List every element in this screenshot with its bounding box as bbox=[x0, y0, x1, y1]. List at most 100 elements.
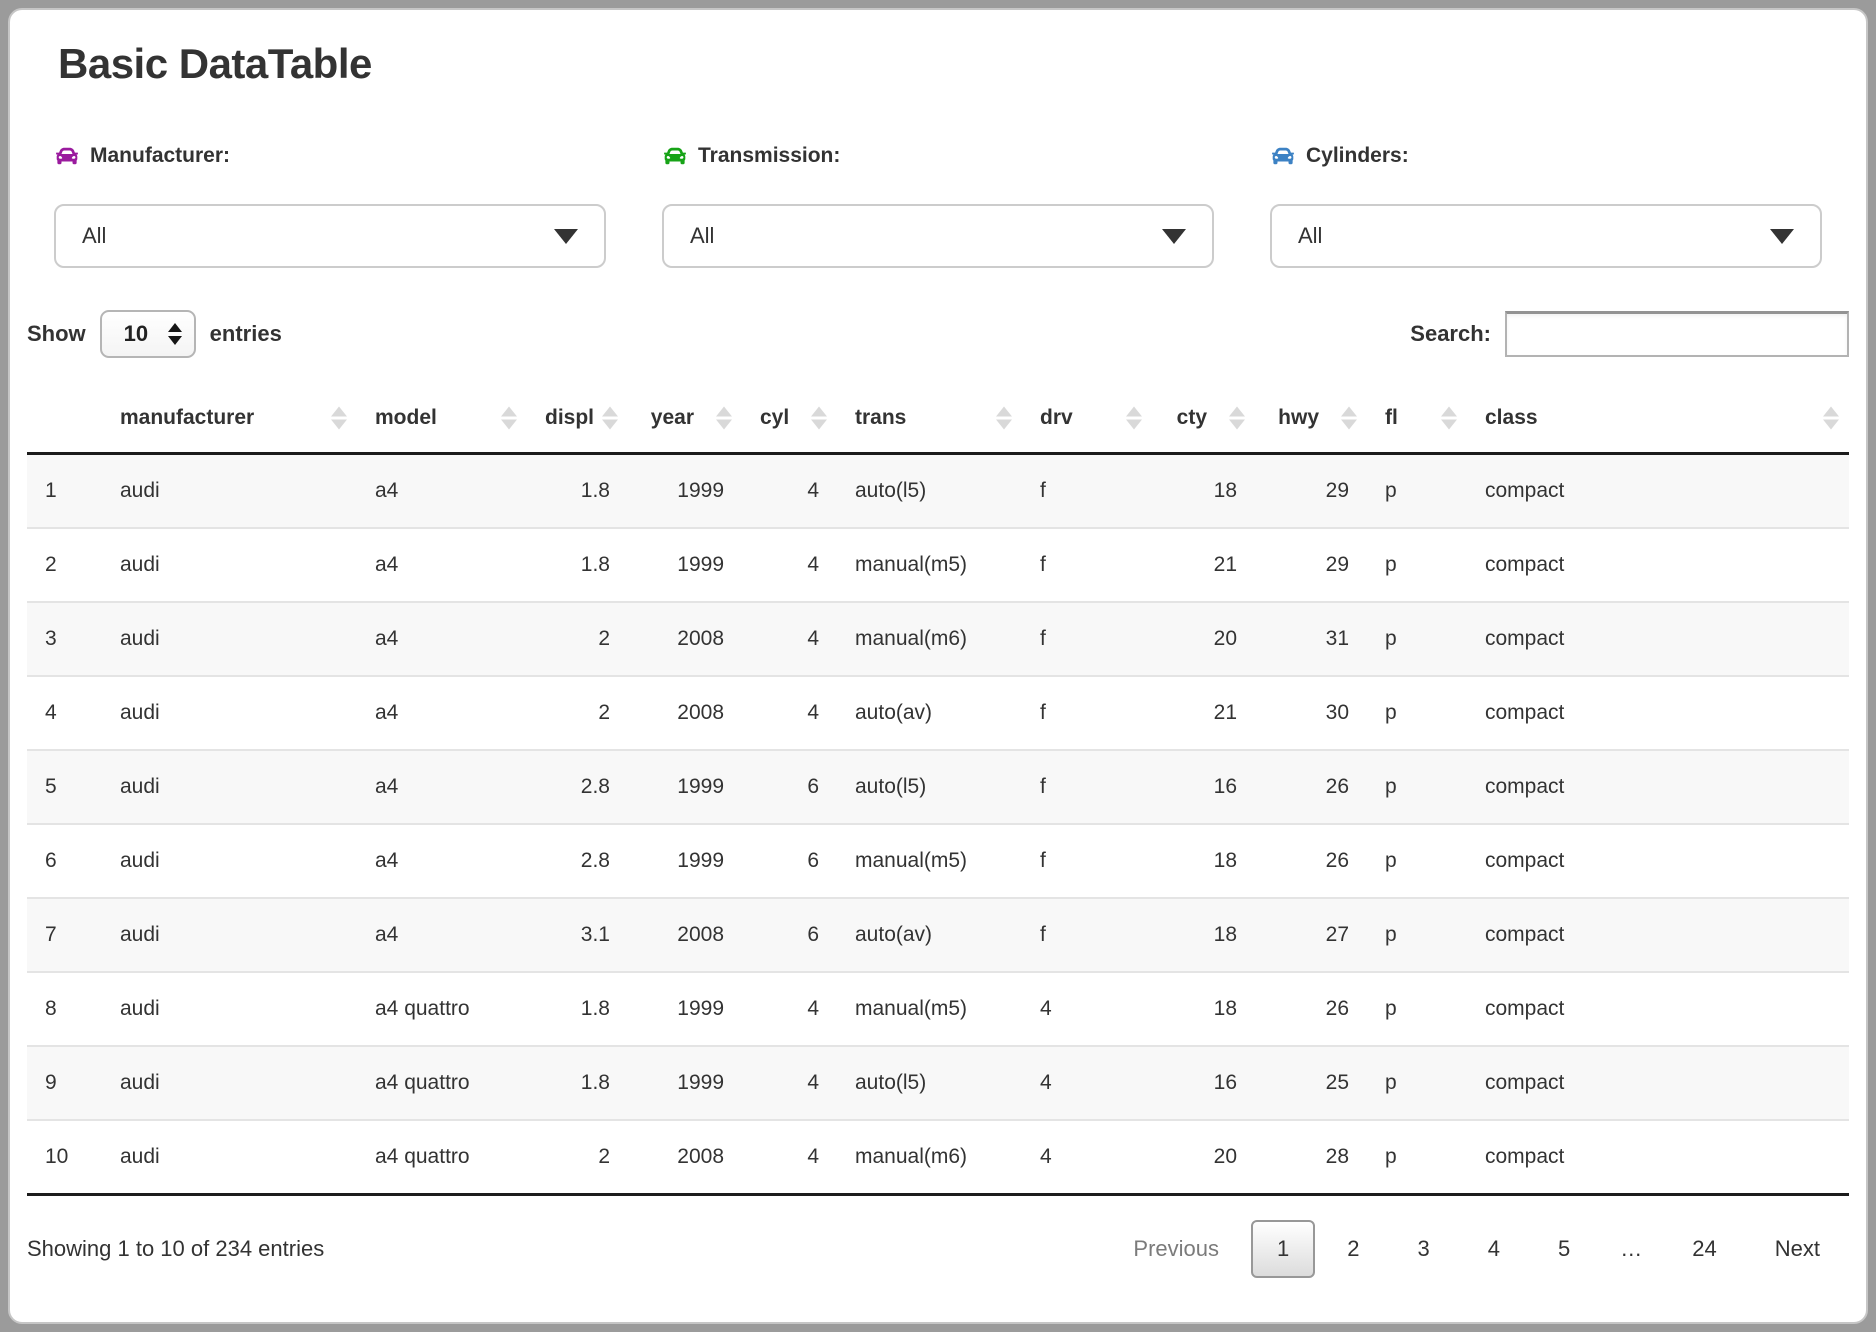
table-cell-trans: manual(m5) bbox=[837, 528, 1022, 602]
sort-icon bbox=[716, 407, 732, 430]
column-header-year[interactable]: year bbox=[628, 384, 742, 454]
table-cell-class: compact bbox=[1467, 676, 1849, 750]
table-cell-cty: 21 bbox=[1152, 676, 1255, 750]
table-cell-displ: 1.8 bbox=[527, 1046, 628, 1120]
table-cell-drv: f bbox=[1022, 454, 1152, 529]
selected-value: All bbox=[690, 223, 714, 249]
column-header-fl[interactable]: fl bbox=[1367, 384, 1467, 454]
page-button-2[interactable]: 2 bbox=[1321, 1220, 1385, 1278]
table-row[interactable]: 8audia4 quattro1.819994manual(m5)41826pc… bbox=[27, 972, 1849, 1046]
column-header-drv[interactable]: drv bbox=[1022, 384, 1152, 454]
table-row[interactable]: 9audia4 quattro1.819994auto(l5)41625pcom… bbox=[27, 1046, 1849, 1120]
table-row[interactable]: 1audia41.819994auto(l5)f1829pcompact bbox=[27, 454, 1849, 529]
manufacturer-select[interactable]: All bbox=[54, 204, 606, 268]
column-header-rownames bbox=[27, 384, 102, 454]
table-cell-cty: 16 bbox=[1152, 750, 1255, 824]
table-cell-year: 2008 bbox=[628, 676, 742, 750]
row-number-cell: 2 bbox=[27, 528, 102, 602]
table-cell-year: 2008 bbox=[628, 1120, 742, 1195]
table-cell-model: a4 bbox=[357, 824, 527, 898]
table-cell-cty: 18 bbox=[1152, 824, 1255, 898]
table-cell-hwy: 29 bbox=[1255, 528, 1367, 602]
table-cell-displ: 2.8 bbox=[527, 824, 628, 898]
table-cell-manufacturer: audi bbox=[102, 898, 357, 972]
column-header-label: drv bbox=[1040, 406, 1073, 429]
column-header-model[interactable]: model bbox=[357, 384, 527, 454]
column-header-displ[interactable]: displ bbox=[527, 384, 628, 454]
row-number-cell: 4 bbox=[27, 676, 102, 750]
transmission-select[interactable]: All bbox=[662, 204, 1214, 268]
table-cell-drv: f bbox=[1022, 602, 1152, 676]
table-cell-hwy: 31 bbox=[1255, 602, 1367, 676]
table-cell-fl: p bbox=[1367, 972, 1467, 1046]
chevron-down-icon bbox=[1770, 229, 1794, 244]
table-cell-model: a4 bbox=[357, 750, 527, 824]
table-cell-drv: f bbox=[1022, 750, 1152, 824]
search-label: Search: bbox=[1410, 321, 1491, 347]
table-cell-fl: p bbox=[1367, 824, 1467, 898]
page-button-24[interactable]: 24 bbox=[1666, 1220, 1742, 1278]
table-cell-model: a4 quattro bbox=[357, 972, 527, 1046]
table-cell-class: compact bbox=[1467, 750, 1849, 824]
column-header-cyl[interactable]: cyl bbox=[742, 384, 837, 454]
next-page-button[interactable]: Next bbox=[1749, 1220, 1846, 1278]
table-cell-year: 1999 bbox=[628, 972, 742, 1046]
table-cell-manufacturer: audi bbox=[102, 750, 357, 824]
table-cell-year: 1999 bbox=[628, 528, 742, 602]
table-body: 1audia41.819994auto(l5)f1829pcompact2aud… bbox=[27, 454, 1849, 1195]
cylinders-filter: Cylinders: All bbox=[1270, 144, 1822, 268]
column-header-label: hwy bbox=[1278, 406, 1319, 429]
column-header-class[interactable]: class bbox=[1467, 384, 1849, 454]
table-cell-drv: f bbox=[1022, 824, 1152, 898]
table-cell-manufacturer: audi bbox=[102, 824, 357, 898]
column-header-manufacturer[interactable]: manufacturer bbox=[102, 384, 357, 454]
table-cell-displ: 2 bbox=[527, 1120, 628, 1195]
previous-page-button[interactable]: Previous bbox=[1107, 1220, 1245, 1278]
cylinders-filter-label: Cylinders: bbox=[1270, 144, 1822, 168]
column-header-trans[interactable]: trans bbox=[837, 384, 1022, 454]
table-row[interactable]: 4audia4220084auto(av)f2130pcompact bbox=[27, 676, 1849, 750]
table-cell-class: compact bbox=[1467, 824, 1849, 898]
page-button-1[interactable]: 1 bbox=[1251, 1220, 1315, 1278]
table-cell-drv: 4 bbox=[1022, 1120, 1152, 1195]
table-row[interactable]: 10audia4 quattro220084manual(m6)42028pco… bbox=[27, 1120, 1849, 1195]
spinner-icon bbox=[168, 323, 182, 345]
table-cell-cty: 20 bbox=[1152, 602, 1255, 676]
column-header-hwy[interactable]: hwy bbox=[1255, 384, 1367, 454]
cylinders-select[interactable]: All bbox=[1270, 204, 1822, 268]
table-cell-class: compact bbox=[1467, 1046, 1849, 1120]
column-header-label: cyl bbox=[760, 406, 789, 429]
entries-select[interactable]: 10 bbox=[100, 310, 196, 358]
sort-icon bbox=[501, 407, 517, 430]
table-cell-year: 2008 bbox=[628, 602, 742, 676]
table-row[interactable]: 7audia43.120086auto(av)f1827pcompact bbox=[27, 898, 1849, 972]
table-header: manufacturermodeldisplyearcyl trans drv cty… bbox=[27, 384, 1849, 454]
table-cell-cty: 20 bbox=[1152, 1120, 1255, 1195]
table-row[interactable]: 6audia42.819996manual(m5)f1826pcompact bbox=[27, 824, 1849, 898]
table-row[interactable]: 3audia4220084manual(m6)f2031pcompact bbox=[27, 602, 1849, 676]
table-controls: Show 10 entries Search: bbox=[27, 310, 1849, 358]
table-cell-year: 1999 bbox=[628, 824, 742, 898]
table-cell-cyl: 6 bbox=[742, 898, 837, 972]
table-cell-manufacturer: audi bbox=[102, 454, 357, 529]
column-header-label: class bbox=[1485, 406, 1538, 429]
page-button-5[interactable]: 5 bbox=[1532, 1220, 1596, 1278]
table-cell-trans: manual(m6) bbox=[837, 602, 1022, 676]
table-row[interactable]: 5audia42.819996auto(l5)f1626pcompact bbox=[27, 750, 1849, 824]
entries-length-control: Show 10 entries bbox=[27, 310, 282, 358]
table-cell-displ: 2 bbox=[527, 602, 628, 676]
table-cell-trans: manual(m5) bbox=[837, 824, 1022, 898]
table-row[interactable]: 2audia41.819994manual(m5)f2129pcompact bbox=[27, 528, 1849, 602]
search-control: Search: bbox=[1410, 311, 1849, 357]
table-cell-hwy: 30 bbox=[1255, 676, 1367, 750]
show-label: Show bbox=[27, 321, 86, 347]
search-input[interactable] bbox=[1505, 311, 1849, 357]
page-button-4[interactable]: 4 bbox=[1462, 1220, 1526, 1278]
page-button-3[interactable]: 3 bbox=[1392, 1220, 1456, 1278]
table-cell-cty: 18 bbox=[1152, 454, 1255, 529]
column-header-cty[interactable]: cty bbox=[1152, 384, 1255, 454]
table-cell-cty: 21 bbox=[1152, 528, 1255, 602]
selected-value: All bbox=[1298, 223, 1322, 249]
table-cell-fl: p bbox=[1367, 602, 1467, 676]
table-cell-displ: 2.8 bbox=[527, 750, 628, 824]
